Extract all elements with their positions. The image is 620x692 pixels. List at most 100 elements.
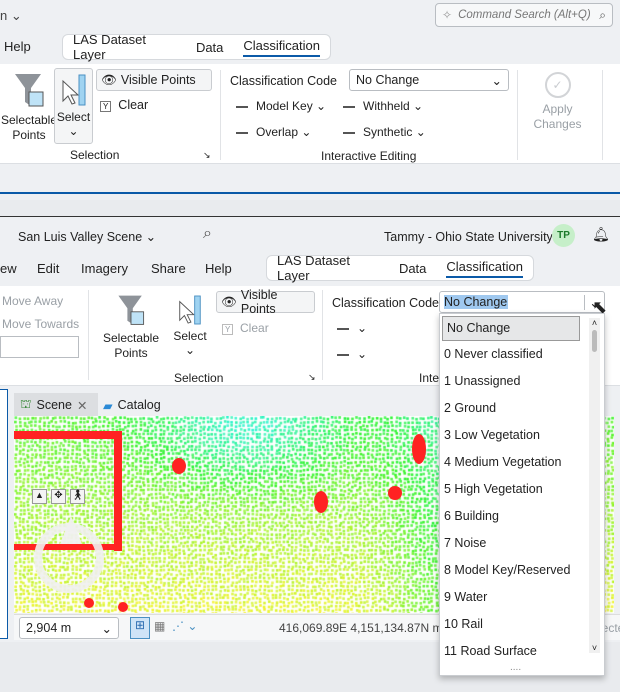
accent-line bbox=[0, 192, 620, 194]
move-away-button[interactable]: Move Away bbox=[2, 294, 63, 308]
menu-help[interactable]: Help bbox=[4, 39, 31, 54]
command-search-input[interactable]: ✧ Command Search (Alt+Q) ⌕ bbox=[435, 3, 613, 27]
walk-icon[interactable]: 🚶︎ bbox=[70, 489, 85, 504]
synthetic-dropdown[interactable]: Synthetic ⌄ bbox=[343, 125, 426, 139]
value: No Change bbox=[444, 295, 508, 309]
catalog-icon: ▰ bbox=[103, 398, 113, 413]
menu-share[interactable]: Share bbox=[151, 261, 205, 276]
visible-points-button[interactable]: 👁 Visible Points bbox=[216, 288, 315, 316]
avatar[interactable]: TP bbox=[552, 224, 575, 247]
tab-scene[interactable]: ⛫ Scene ✕ bbox=[14, 393, 98, 417]
tab-las-dataset-layer[interactable]: LAS Dataset Layer bbox=[277, 253, 379, 283]
clear-selection-icon: Y bbox=[100, 101, 112, 112]
dialog-launcher-icon[interactable]: ↘ bbox=[308, 372, 316, 383]
tab-las-dataset-layer[interactable]: LAS Dataset Layer bbox=[73, 32, 176, 62]
select-cursor-icon bbox=[179, 295, 201, 325]
search-icon[interactable]: ⌕ bbox=[203, 225, 212, 243]
bell-icon[interactable]: 🔔︎ bbox=[592, 226, 610, 243]
close-icon[interactable]: ✕ bbox=[77, 398, 87, 413]
label: Clear bbox=[118, 98, 149, 112]
classification-code-dropdown[interactable]: No Change ⌄ bbox=[439, 291, 605, 313]
menu-view[interactable]: ew bbox=[0, 261, 37, 276]
overlap-dropdown[interactable]: ⌄ bbox=[337, 347, 367, 361]
chevron-down-icon: ⌄ bbox=[101, 621, 112, 636]
project-title[interactable]: San Luis Valley Scene ⌄ bbox=[18, 229, 156, 244]
divider bbox=[220, 70, 221, 160]
resize-grip[interactable]: .... bbox=[510, 662, 521, 673]
eye-icon: 👁 bbox=[101, 72, 117, 87]
constraints-icon[interactable]: ⋰ ⌄ bbox=[172, 619, 197, 633]
scrollbar[interactable]: ˄ ˅ bbox=[589, 318, 600, 653]
scroll-down-icon[interactable]: ˅ bbox=[589, 643, 600, 653]
classification-code-dropdown[interactable]: No Change ⌄ bbox=[349, 69, 509, 91]
move-towards-button[interactable]: Move Towards bbox=[2, 317, 79, 331]
classification-code-label: Classification Code bbox=[230, 74, 337, 88]
select-button[interactable]: Select ⌄ bbox=[54, 68, 93, 144]
dropdown-option[interactable]: 10 Rail bbox=[440, 611, 604, 638]
dialog-launcher-icon[interactable]: ↘ bbox=[203, 150, 211, 161]
dropdown-option[interactable]: 8 Model Key/Reserved bbox=[440, 557, 604, 584]
dropdown-option[interactable]: 6 Building bbox=[440, 503, 604, 530]
classification-code-label: Classification Code bbox=[332, 296, 439, 310]
grid-icon[interactable]: ▦ bbox=[154, 619, 165, 633]
visible-points-button[interactable]: 👁 Visible Points bbox=[96, 69, 212, 91]
dropdown-option[interactable]: 2 Ground bbox=[440, 395, 604, 422]
sparkle-icon: ✧ bbox=[442, 8, 453, 22]
dropdown-option[interactable]: No Change bbox=[442, 316, 580, 341]
ribbon: Selectable Points Select ⌄ 👁 Visible Point… bbox=[0, 64, 620, 164]
apply-changes-button[interactable]: ✓ Apply Changes bbox=[530, 72, 585, 132]
scroll-up-icon[interactable]: ˄ bbox=[589, 318, 600, 328]
group-label-interactive-editing: Inte bbox=[419, 371, 440, 385]
selectable-points-button[interactable]: Selectable Points bbox=[100, 292, 162, 361]
label: Model Key bbox=[256, 99, 313, 113]
label: Catalog bbox=[117, 398, 161, 412]
dropdown-option[interactable]: 1 Unassigned bbox=[440, 368, 604, 395]
clear-button[interactable]: Y Clear bbox=[222, 321, 269, 335]
context-tab-group: LAS Dataset Layer Data Classification bbox=[266, 253, 534, 283]
scale-dropdown[interactable]: 2,904 m ⌄ bbox=[19, 617, 119, 639]
dropdown-option[interactable]: 11 Road Surface bbox=[440, 638, 604, 665]
select-button[interactable]: Select ⌄ bbox=[172, 294, 208, 357]
scrollbar-thumb[interactable] bbox=[592, 330, 597, 352]
menu-edit[interactable]: Edit bbox=[37, 261, 81, 276]
dropdown-option[interactable]: 7 Noise bbox=[440, 530, 604, 557]
overlap-dropdown[interactable]: Overlap ⌄ bbox=[236, 125, 311, 139]
dropdown-option[interactable]: 9 Water bbox=[440, 584, 604, 611]
user-name[interactable]: Tammy - Ohio State University bbox=[384, 230, 553, 244]
model-key-dropdown[interactable]: ⌄ bbox=[337, 321, 367, 335]
select-cursor-icon bbox=[62, 74, 85, 106]
selectable-points-button[interactable]: Selectable Points bbox=[0, 70, 58, 143]
tab-catalog[interactable]: ▰ Catalog bbox=[103, 393, 161, 417]
tab-data[interactable]: Data bbox=[196, 40, 223, 55]
label: Visible Points bbox=[120, 73, 196, 87]
distance-input[interactable] bbox=[0, 336, 79, 358]
divider bbox=[602, 70, 603, 160]
funnel-icon bbox=[15, 74, 44, 107]
search-icon[interactable]: ⌕ bbox=[599, 8, 606, 23]
app-menu-fragment[interactable]: n ⌄ bbox=[0, 8, 22, 24]
tab-classification[interactable]: Classification bbox=[446, 259, 523, 278]
dropdown-option[interactable]: 0 Never classified bbox=[440, 341, 604, 368]
dropdown-option[interactable]: 3 Low Vegetation bbox=[440, 422, 604, 449]
clear-button[interactable]: Y Clear bbox=[100, 98, 148, 112]
label: Select bbox=[56, 110, 91, 124]
label: Overlap bbox=[256, 125, 299, 139]
menu-help[interactable]: Help bbox=[205, 261, 232, 276]
snapping-icon[interactable]: ⊞ bbox=[130, 617, 150, 639]
menu-imagery[interactable]: Imagery bbox=[81, 261, 151, 276]
pan-icon[interactable]: ✥ bbox=[51, 489, 66, 504]
value: 2,904 m bbox=[26, 621, 72, 635]
model-key-dropdown[interactable]: Model Key ⌄ bbox=[236, 99, 326, 113]
chevron-up-icon[interactable]: ▲ bbox=[32, 489, 47, 504]
tab-data[interactable]: Data bbox=[399, 261, 426, 276]
withheld-dropdown[interactable]: Withheld ⌄ bbox=[343, 99, 423, 113]
building-edge bbox=[114, 431, 122, 551]
label: Select bbox=[173, 329, 207, 343]
tab-classification[interactable]: Classification bbox=[243, 38, 320, 57]
group-label-selection: Selection bbox=[174, 371, 224, 385]
dropdown-option[interactable]: 4 Medium Vegetation bbox=[440, 449, 604, 476]
scene-icon: ⛫ bbox=[20, 397, 32, 411]
dropdown-option[interactable]: 5 High Vegetation bbox=[440, 476, 604, 503]
north-arrow-icon bbox=[60, 516, 82, 544]
classification-code-list: No Change 0 Never classified 1 Unassigned 2… bbox=[439, 313, 605, 676]
